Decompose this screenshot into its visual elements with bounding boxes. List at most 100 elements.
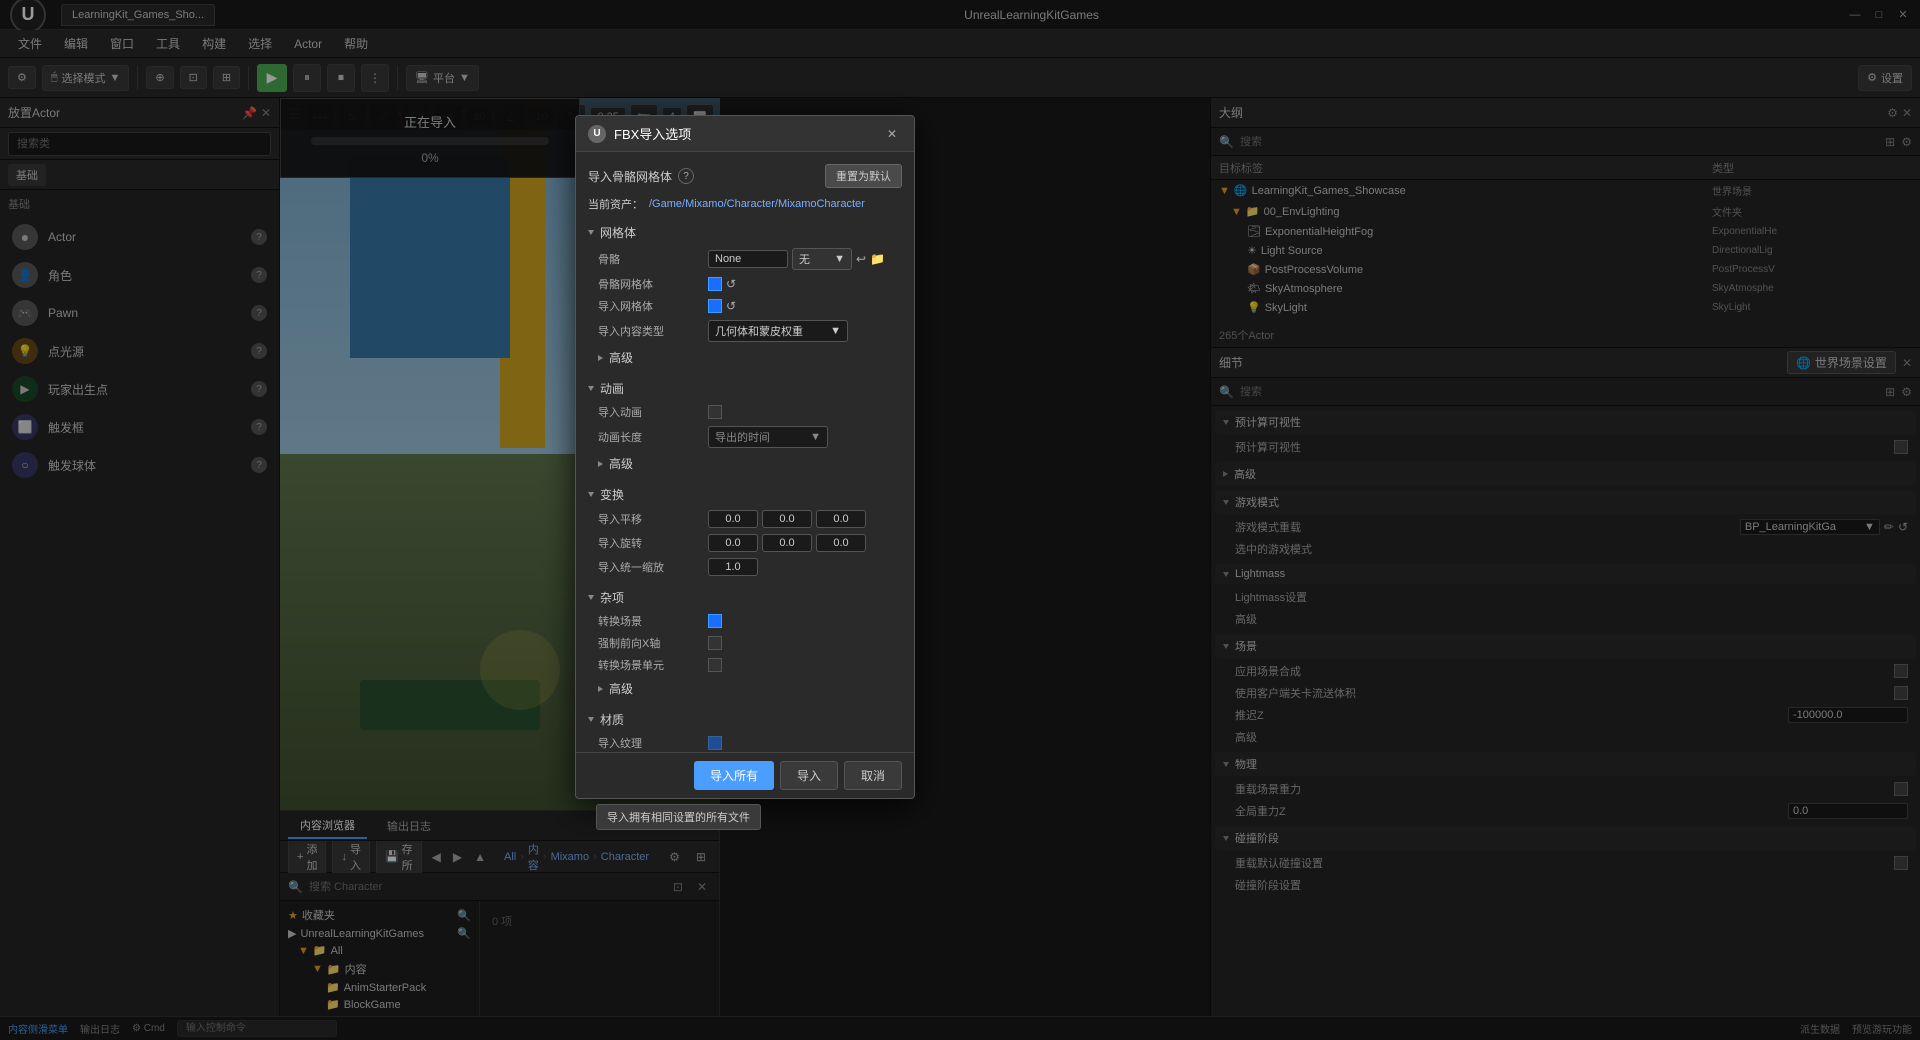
skeleton-dropdown-icon: ▼: [834, 253, 845, 265]
modal-material-body: 导入纹理 搜索位置 本地 ▼ 材质导入法 新建材质: [588, 732, 902, 752]
modal-rotate-x[interactable]: [708, 534, 758, 552]
modal-anim-body: 导入动画 动画长度 导出的时间 ▼ 高级: [588, 401, 902, 476]
modal-import-texture-checkbox[interactable]: [708, 736, 722, 750]
misc-adv-expand: [598, 686, 603, 692]
modal-anim-advanced[interactable]: 高级: [598, 451, 902, 476]
modal-misc-adv-label: 高级: [609, 680, 633, 697]
modal-import-mesh-checkbox[interactable]: [708, 299, 722, 313]
modal-anim-length-select[interactable]: 导出的时间 ▼: [708, 426, 828, 448]
modal-section-transform-header[interactable]: 变换: [588, 482, 902, 507]
modal-section-mesh-header[interactable]: 网格体: [588, 220, 902, 245]
modal-import-scale-row: 导入统一缩放: [598, 555, 902, 579]
modal-skeleton-browse-btn[interactable]: 📁: [870, 252, 885, 266]
modal-rotate-nums: [708, 534, 866, 552]
modal-convert-unit-label: 转换场景单元: [598, 657, 708, 673]
modal-anim-adv-label: 高级: [609, 455, 633, 472]
modal-skeletal-reset-btn[interactable]: ↺: [726, 277, 736, 291]
modal-section-animation: 动画 导入动画 动画长度 导出的时间 ▼: [588, 376, 902, 476]
modal-import-rotate-row: 导入旋转: [598, 531, 902, 555]
anim-length-icon: ▼: [810, 431, 821, 443]
modal-help-btn[interactable]: ?: [678, 168, 694, 184]
modal-import-anim-row: 导入动画: [598, 401, 902, 423]
modal-path-label: 当前资产：: [588, 196, 643, 212]
modal-translate-z[interactable]: [816, 510, 866, 528]
modal-subtitle-text: 导入骨骼网格体: [588, 168, 672, 185]
import-button[interactable]: 导入: [780, 761, 838, 790]
modal-skeleton-import-btn[interactable]: ↩: [856, 252, 866, 266]
anim-expand-icon: [588, 386, 594, 391]
modal-section-anim-label: 动画: [600, 380, 624, 397]
import-all-tooltip: 导入拥有相同设置的所有文件: [596, 804, 761, 830]
modal-import-mesh-controls: ↺: [708, 299, 736, 313]
modal-import-anim-label: 导入动画: [598, 404, 708, 420]
modal-section-misc-label: 杂项: [600, 589, 624, 606]
modal-skeleton-controls: None 无 ▼ ↩ 📁: [708, 248, 885, 270]
modal-skeletal-checkbox[interactable]: [708, 277, 722, 291]
cancel-button[interactable]: 取消: [844, 761, 902, 790]
modal-anim-length-label: 动画长度: [598, 429, 708, 445]
modal-translate-y[interactable]: [762, 510, 812, 528]
modal-import-anim-checkbox[interactable]: [708, 405, 722, 419]
material-expand-icon: [588, 717, 594, 722]
modal-import-rotate-label: 导入旋转: [598, 535, 708, 551]
modal-reset-btn[interactable]: 重置为默认: [825, 164, 902, 188]
anim-adv-expand: [598, 461, 603, 467]
modal-content-type-row: 导入内容类型 几何体和蒙皮权重 ▼: [598, 317, 902, 345]
modal-skeleton-none[interactable]: None: [708, 250, 788, 268]
modal-skeletal-label: 骨骼网格体: [598, 276, 708, 292]
modal-close-btn[interactable]: ✕: [882, 124, 902, 144]
modal-convert-scene-row: 转换场景: [598, 610, 902, 632]
modal-import-mesh-label: 导入网格体: [598, 298, 708, 314]
modal-rotate-z[interactable]: [816, 534, 866, 552]
modal-anim-length-row: 动画长度 导出的时间 ▼: [598, 423, 902, 451]
modal-title-text: FBX导入选项: [614, 124, 691, 143]
modal-path-value: /Game/Mixamo/Character/MixamoCharacter: [649, 198, 865, 210]
fbx-modal: U FBX导入选项 ✕ 导入骨骼网格体 ? 重置为默认 当前资产： /Game/…: [575, 115, 915, 799]
modal-subtitle: 导入骨骼网格体 ?: [588, 168, 694, 185]
modal-content-type-label: 导入内容类型: [598, 323, 708, 339]
modal-section-transform-label: 变换: [600, 486, 624, 503]
modal-skeleton-value[interactable]: 无 ▼: [792, 248, 852, 270]
modal-convert-scene-label: 转换场景: [598, 613, 708, 629]
modal-skeletal-row: 骨骼网格体 ↺: [598, 273, 902, 295]
modal-rotate-y[interactable]: [762, 534, 812, 552]
modal-section-material-label: 材质: [600, 711, 624, 728]
import-all-button[interactable]: 导入所有: [694, 761, 774, 790]
modal-convert-unit-checkbox[interactable]: [708, 658, 722, 672]
modal-section-material: 材质 导入纹理 搜索位置 本地 ▼ 材质导入法: [588, 707, 902, 752]
misc-expand-icon: [588, 595, 594, 600]
anim-length-text: 导出的时间: [715, 429, 770, 445]
modal-translate-nums: [708, 510, 866, 528]
modal-scale-value[interactable]: [708, 558, 758, 576]
transform-expand-icon: [588, 492, 594, 497]
modal-overlay: U FBX导入选项 ✕ 导入骨骼网格体 ? 重置为默认 当前资产： /Game/…: [0, 0, 1920, 1040]
modal-import-texture-row: 导入纹理: [598, 732, 902, 752]
modal-skeleton-row: 骨骼 None 无 ▼ ↩ 📁: [598, 245, 902, 273]
modal-import-scale-label: 导入统一缩放: [598, 559, 708, 575]
modal-import-translate-label: 导入平移: [598, 511, 708, 527]
modal-import-translate-row: 导入平移: [598, 507, 902, 531]
ue-modal-logo: U: [588, 125, 606, 143]
modal-force-front-checkbox[interactable]: [708, 636, 722, 650]
modal-header: U FBX导入选项 ✕: [576, 116, 914, 152]
modal-mesh-advanced[interactable]: 高级: [598, 345, 902, 370]
modal-section-mesh-label: 网格体: [600, 224, 636, 241]
modal-section-misc-header[interactable]: 杂项: [588, 585, 902, 610]
modal-import-mesh-row: 导入网格体 ↺: [598, 295, 902, 317]
modal-content-type-select[interactable]: 几何体和蒙皮权重 ▼: [708, 320, 848, 342]
modal-misc-advanced[interactable]: 高级: [598, 676, 902, 701]
modal-transform-body: 导入平移 导入旋转: [588, 507, 902, 579]
modal-import-texture-label: 导入纹理: [598, 735, 708, 751]
mesh-expand-icon: [588, 230, 594, 235]
modal-translate-x[interactable]: [708, 510, 758, 528]
modal-mesh-adv-label: 高级: [609, 349, 633, 366]
mesh-adv-expand: [598, 355, 603, 361]
modal-section-misc: 杂项 转换场景 强制前向X轴 转换场景单元: [588, 585, 902, 701]
modal-misc-body: 转换场景 强制前向X轴 转换场景单元 高级: [588, 610, 902, 701]
modal-import-mesh-reset-btn[interactable]: ↺: [726, 299, 736, 313]
modal-section-material-header[interactable]: 材质: [588, 707, 902, 732]
modal-convert-scene-checkbox[interactable]: [708, 614, 722, 628]
modal-body: 导入骨骼网格体 ? 重置为默认 当前资产： /Game/Mixamo/Chara…: [576, 152, 914, 752]
modal-section-anim-header[interactable]: 动画: [588, 376, 902, 401]
modal-subtitle-row: 导入骨骼网格体 ? 重置为默认: [588, 164, 902, 188]
